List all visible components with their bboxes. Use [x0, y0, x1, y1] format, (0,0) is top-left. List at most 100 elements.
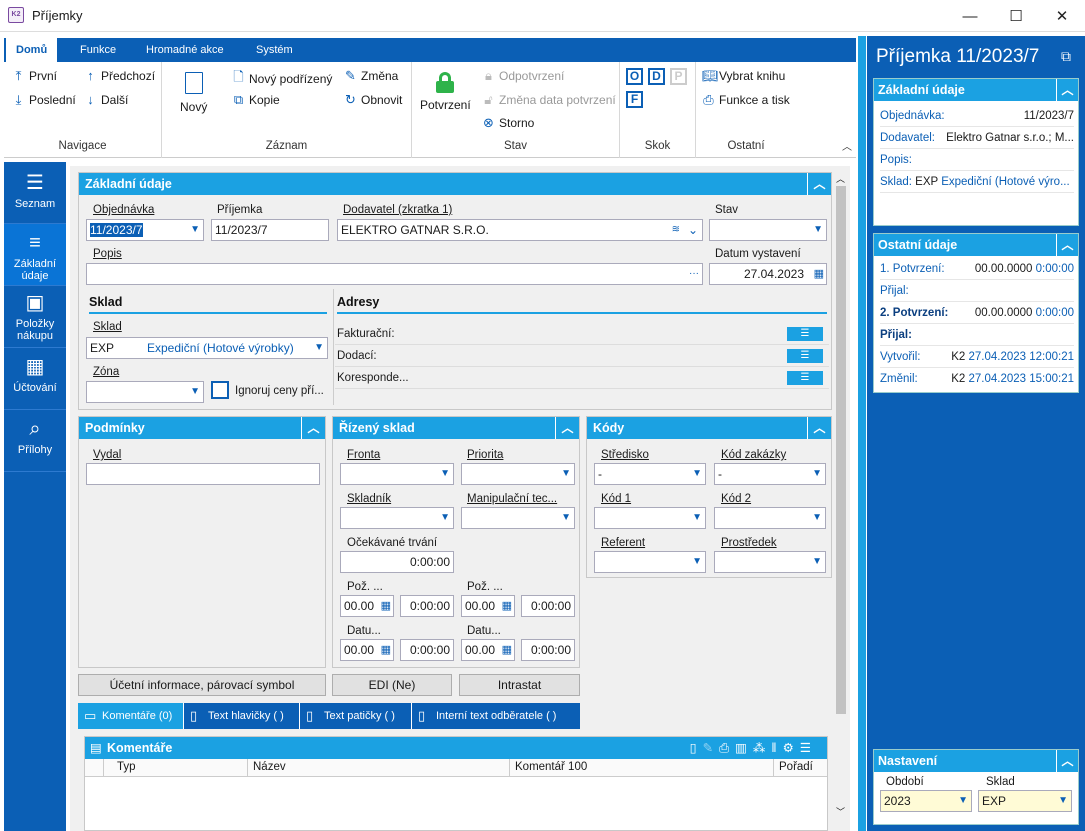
dat2-time-field[interactable]: 0:00:00: [521, 639, 575, 661]
storekeeper-field[interactable]: ▼: [340, 507, 454, 529]
new-icon[interactable]: ▯: [690, 741, 703, 755]
dropdown-icon[interactable]: ▼: [812, 552, 822, 572]
col-comment[interactable]: Komentář 100: [515, 761, 587, 773]
tab-system[interactable]: Systém: [246, 38, 303, 62]
tab-header-text[interactable]: ▯ Text hlavičky ( ): [184, 703, 300, 729]
state-field[interactable]: ▼: [709, 219, 827, 241]
calendar-icon[interactable]: ▦: [814, 264, 824, 284]
collapse-icon[interactable]: ︿: [1056, 750, 1078, 772]
center-field[interactable]: - ▼: [594, 463, 706, 485]
nav-item-accounting[interactable]: ▦ Účtování: [4, 348, 66, 410]
more-icon[interactable]: ···: [689, 264, 699, 284]
dropdown-icon[interactable]: ▼: [190, 382, 200, 402]
change-date-button[interactable]: 🔓︎ Změna data potvrzení: [482, 92, 615, 108]
code1-field[interactable]: ▼: [594, 507, 706, 529]
address-menu-icon[interactable]: ☰: [787, 327, 823, 341]
code2-field[interactable]: ▼: [714, 507, 826, 529]
referent-field[interactable]: ▼: [594, 551, 706, 573]
dropdown-icon[interactable]: ▼: [812, 464, 822, 484]
collapse-icon[interactable]: ︿: [1056, 79, 1078, 101]
issued-field[interactable]: [86, 463, 320, 485]
scroll-up-icon[interactable]: ︿: [836, 172, 845, 185]
intrastat-button[interactable]: Intrastat: [459, 674, 580, 696]
calendar-icon[interactable]: ▦: [381, 640, 391, 660]
tab-functions[interactable]: Funkce: [70, 38, 126, 62]
ignore-prices-checkbox[interactable]: [211, 381, 229, 399]
nav-item-attachments[interactable]: ⌕ Přílohy: [4, 410, 66, 472]
print-button[interactable]: ⎙ Funkce a tisk: [702, 92, 789, 108]
dropdown-icon[interactable]: ▼: [440, 464, 450, 484]
supplier-field[interactable]: ELEKTRO GATNAR S.R.O. ⌄ ≋: [337, 219, 703, 241]
duration-field[interactable]: 0:00:00: [340, 551, 454, 573]
dropdown-icon[interactable]: ▼: [561, 464, 571, 484]
calendar-icon[interactable]: ▦: [502, 640, 512, 660]
edi-button[interactable]: EDI (Ne): [332, 674, 452, 696]
nav-item-basic[interactable]: ≡ Základní údaje: [4, 224, 66, 286]
copy-button[interactable]: ⧉ Kopie: [232, 92, 280, 108]
zone-field[interactable]: ▼: [86, 381, 204, 403]
desc-field[interactable]: ···: [86, 263, 703, 285]
gear-icon[interactable]: ⚙: [783, 741, 800, 755]
period-field[interactable]: 2023 ▼: [880, 790, 972, 812]
queue-field[interactable]: ▼: [340, 463, 454, 485]
nav-item-items[interactable]: ▣ Položky nákupu: [4, 286, 66, 348]
col-order[interactable]: Pořadí: [779, 761, 813, 773]
select-book-button[interactable]: 📖︎ Vybrat knihu: [702, 68, 785, 84]
chevron-down-icon[interactable]: ⌄: [688, 220, 698, 240]
dropdown-icon[interactable]: ▼: [561, 508, 571, 528]
nav-item-list[interactable]: ☰ Seznam: [4, 162, 66, 224]
dropdown-icon[interactable]: ▼: [314, 338, 324, 358]
jump-o-button[interactable]: O: [626, 68, 643, 85]
new-sub-button[interactable]: 🗋 Nový podřízený: [232, 68, 332, 90]
address-menu-icon[interactable]: ☰: [787, 371, 823, 385]
dropdown-icon[interactable]: ▼: [692, 464, 702, 484]
order-code-field[interactable]: - ▼: [714, 463, 826, 485]
tab-comments[interactable]: ▭ Komentáře (0): [78, 703, 184, 729]
collapse-ribbon-icon[interactable]: ︿: [842, 138, 852, 153]
calendar-icon[interactable]: ▦: [381, 596, 391, 616]
req1-date-field[interactable]: 00.00 ▦: [340, 595, 394, 617]
prev-button[interactable]: ↑ Předchozí: [84, 68, 155, 83]
chart-icon[interactable]: ▥: [735, 741, 753, 755]
collapse-icon[interactable]: ︿: [301, 417, 325, 439]
popout-icon[interactable]: ⧉: [1061, 48, 1071, 65]
address-menu-icon[interactable]: ☰: [787, 349, 823, 363]
maximize-button[interactable]: ☐: [993, 0, 1039, 32]
next-button[interactable]: ↓ Další: [84, 92, 128, 107]
dat1-time-field[interactable]: 0:00:00: [400, 639, 454, 661]
col-name[interactable]: Název: [253, 761, 286, 773]
sklad-field[interactable]: EXP Expediční (Hotové výrobky) ▼: [86, 337, 328, 359]
calendar-icon[interactable]: ▦: [502, 596, 512, 616]
menu-icon[interactable]: ☰: [800, 741, 817, 755]
panel-splitter[interactable]: [858, 36, 866, 831]
refresh-button[interactable]: ↻ Obnovit: [344, 92, 402, 108]
dat2-date-field[interactable]: 00.00 ▦: [461, 639, 515, 661]
new-button[interactable]: Nový: [180, 72, 207, 114]
dropdown-icon[interactable]: ▼: [958, 791, 968, 811]
accounting-info-button[interactable]: Účetní informace, párovací symbol: [78, 674, 326, 696]
dropdown-icon[interactable]: ▼: [1058, 791, 1068, 811]
dropdown-icon[interactable]: ▼: [812, 508, 822, 528]
order-field[interactable]: 11/2023/7 ▼: [86, 219, 204, 241]
filter-icon[interactable]: ⁂: [753, 741, 772, 755]
tab-internal-text[interactable]: ▯ Interní text odběratele ( ): [412, 703, 580, 729]
handling-field[interactable]: ▼: [461, 507, 575, 529]
print-icon[interactable]: ⎙: [719, 741, 735, 755]
dropdown-icon[interactable]: ▼: [692, 508, 702, 528]
store-field[interactable]: EXP ▼: [978, 790, 1072, 812]
scrollbar-thumb[interactable]: [836, 186, 846, 714]
dat1-date-field[interactable]: 00.00 ▦: [340, 639, 394, 661]
jump-f-button[interactable]: F: [626, 91, 643, 108]
tab-home[interactable]: Domů: [6, 38, 58, 64]
req2-time-field[interactable]: 0:00:00: [521, 595, 575, 617]
tab-bulk-actions[interactable]: Hromadné akce: [136, 38, 234, 62]
confirm-button[interactable]: Potvrzení: [420, 72, 471, 112]
minimize-button[interactable]: —: [947, 0, 993, 32]
receipt-field[interactable]: 11/2023/7: [211, 219, 329, 241]
edit-icon[interactable]: ✎: [703, 741, 719, 755]
dropdown-icon[interactable]: ▼: [440, 508, 450, 528]
last-button[interactable]: ⤓ Poslední: [12, 92, 76, 108]
scroll-down-icon[interactable]: ﹀: [836, 805, 845, 818]
jump-d-button[interactable]: D: [648, 68, 665, 85]
date-field[interactable]: 27.04.2023 ▦: [709, 263, 827, 285]
